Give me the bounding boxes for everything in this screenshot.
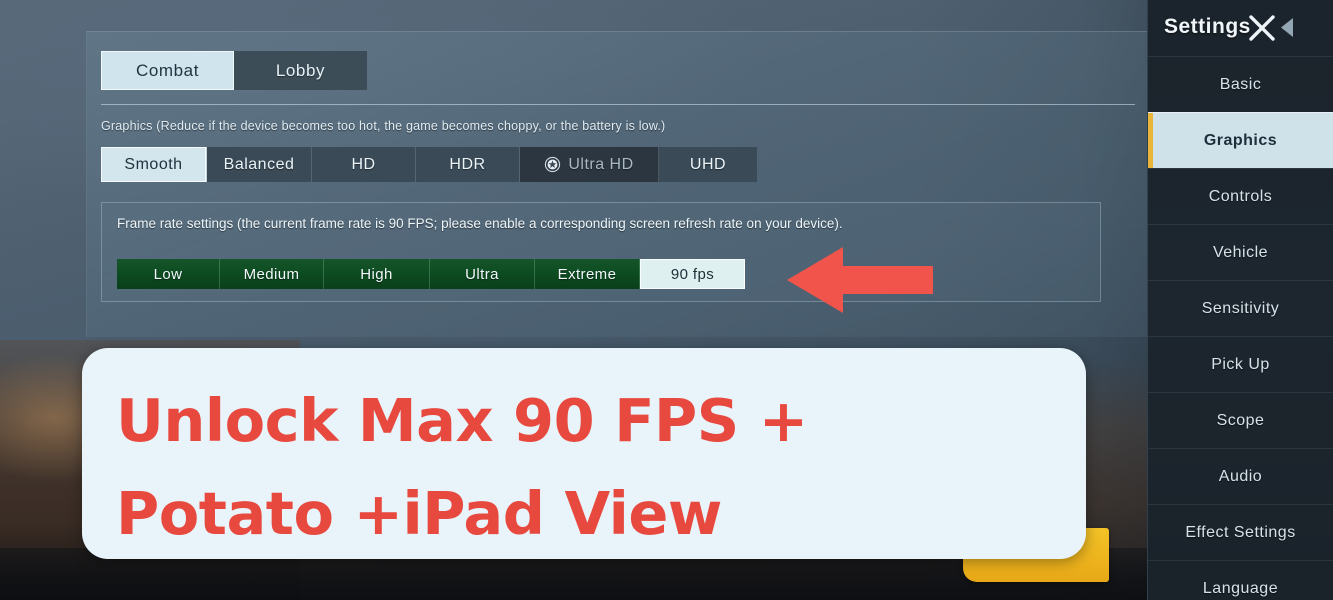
- sidebar-item-sensitivity-label: Sensitivity: [1201, 299, 1280, 317]
- quality-option-balanced[interactable]: Balanced: [207, 147, 312, 182]
- sidebar-item-language[interactable]: Language: [1148, 560, 1333, 600]
- tab-lobby-label: Lobby: [275, 60, 326, 80]
- sidebar-item-controls[interactable]: Controls: [1148, 168, 1333, 224]
- frame-rate-option-ultra[interactable]: Ultra: [430, 259, 535, 289]
- sidebar-item-audio-label: Audio: [1218, 467, 1263, 485]
- tab-lobby[interactable]: Lobby: [234, 51, 367, 90]
- frame-rate-label: Frame rate settings (the current frame r…: [117, 216, 843, 231]
- quality-option-balanced-label: Balanced: [223, 155, 295, 173]
- graphics-quality-options: Smooth Balanced HD HDR Ultra HD UHD: [101, 147, 757, 182]
- panel-tabs: Combat Lobby: [101, 51, 367, 90]
- sidebar-item-vehicle[interactable]: Vehicle: [1148, 224, 1333, 280]
- screen-root: Combat Lobby Graphics (Reduce if the dev…: [0, 0, 1333, 600]
- caption-overlay: Unlock Max 90 FPS + Potato +iPad View: [82, 348, 1086, 559]
- sidebar-item-graphics-label: Graphics: [1203, 131, 1278, 149]
- caption-line-1: Unlock Max 90 FPS +: [116, 386, 808, 455]
- sidebar-item-vehicle-label: Vehicle: [1212, 243, 1269, 261]
- medal-icon: [544, 156, 561, 173]
- quality-option-hd[interactable]: HD: [312, 147, 416, 182]
- quality-option-uhd[interactable]: UHD: [659, 147, 757, 182]
- sidebar-header: Settings: [1148, 0, 1333, 56]
- tab-combat[interactable]: Combat: [101, 51, 234, 90]
- collapse-triangle-icon[interactable]: [1280, 18, 1294, 37]
- frame-rate-option-low-label: Low: [153, 265, 183, 283]
- sidebar-item-pick-up-label: Pick Up: [1211, 355, 1270, 373]
- frame-rate-option-90fps-label: 90 fps: [670, 265, 715, 283]
- frame-rate-option-90fps[interactable]: 90 fps: [640, 259, 745, 289]
- sidebar-item-audio[interactable]: Audio: [1148, 448, 1333, 504]
- sidebar-item-scope-label: Scope: [1216, 411, 1265, 429]
- graphics-hint-text: Graphics (Reduce if the device becomes t…: [101, 119, 666, 133]
- settings-sidebar: Settings Basic Graphics Controls Vehicle…: [1147, 0, 1333, 600]
- sidebar-item-scope[interactable]: Scope: [1148, 392, 1333, 448]
- sidebar-item-basic[interactable]: Basic: [1148, 56, 1333, 112]
- frame-rate-option-extreme-label: Extreme: [557, 265, 617, 283]
- frame-rate-option-low[interactable]: Low: [117, 259, 220, 289]
- sidebar-item-basic-label: Basic: [1219, 75, 1262, 93]
- quality-option-smooth[interactable]: Smooth: [101, 147, 207, 182]
- sidebar-item-graphics[interactable]: Graphics: [1148, 112, 1333, 168]
- quality-option-smooth-label: Smooth: [124, 155, 183, 173]
- sidebar-item-controls-label: Controls: [1208, 187, 1273, 205]
- frame-rate-option-extreme[interactable]: Extreme: [535, 259, 640, 289]
- close-x-icon[interactable]: [1245, 11, 1279, 45]
- frame-rate-option-medium-label: Medium: [243, 265, 300, 283]
- quality-option-hdr-label: HDR: [449, 155, 486, 173]
- caption-line-2: Potato +iPad View: [116, 479, 722, 548]
- sidebar-item-effect-settings-label: Effect Settings: [1185, 523, 1296, 541]
- frame-rate-option-medium[interactable]: Medium: [220, 259, 324, 289]
- sidebar-item-pick-up[interactable]: Pick Up: [1148, 336, 1333, 392]
- sidebar-item-sensitivity[interactable]: Sensitivity: [1148, 280, 1333, 336]
- frame-rate-section: Frame rate settings (the current frame r…: [101, 202, 1101, 302]
- frame-rate-option-high[interactable]: High: [324, 259, 430, 289]
- quality-option-hd-label: HD: [351, 155, 376, 173]
- quality-option-ultra-hd[interactable]: Ultra HD: [520, 147, 659, 182]
- frame-rate-option-ultra-label: Ultra: [465, 265, 499, 283]
- frame-rate-option-high-label: High: [360, 265, 393, 283]
- tab-divider: [101, 104, 1135, 105]
- sidebar-item-language-label: Language: [1202, 579, 1279, 597]
- sidebar-title: Settings: [1164, 15, 1251, 38]
- quality-option-ultra-hd-label: Ultra HD: [568, 155, 634, 173]
- quality-option-uhd-label: UHD: [689, 155, 727, 173]
- left-arrow-icon: [787, 244, 933, 316]
- sidebar-item-effect-settings[interactable]: Effect Settings: [1148, 504, 1333, 560]
- settings-panel: Combat Lobby Graphics (Reduce if the dev…: [86, 31, 1149, 337]
- quality-option-hdr[interactable]: HDR: [416, 147, 520, 182]
- frame-rate-options: Low Medium High Ultra Extreme 90 fps: [117, 259, 745, 289]
- tab-combat-label: Combat: [135, 60, 200, 80]
